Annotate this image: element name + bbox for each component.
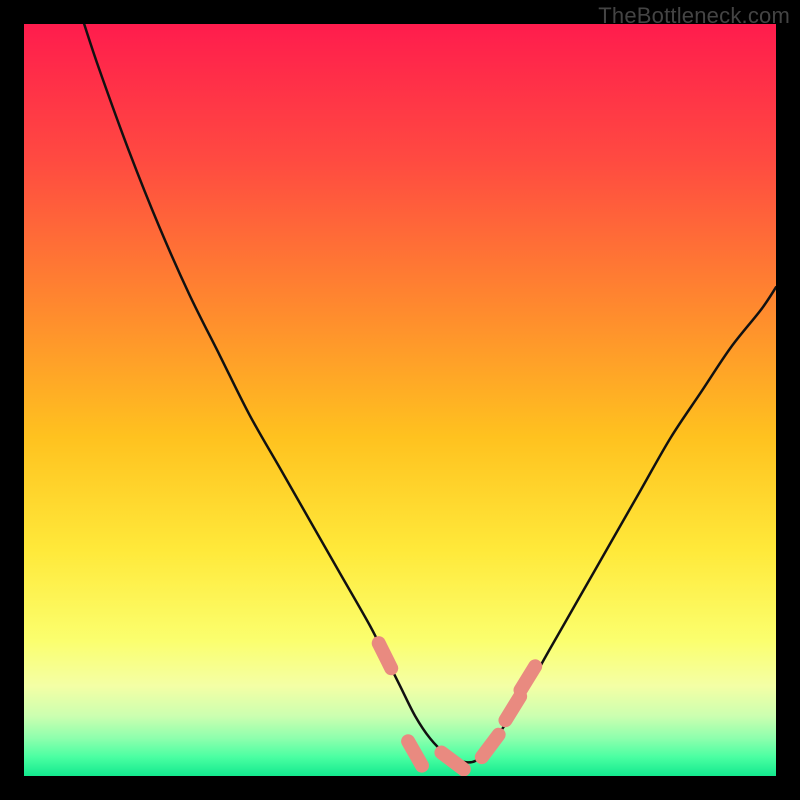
valley-marker-left xyxy=(379,643,392,668)
valley-marker-right2 xyxy=(505,696,520,720)
valley-marker-right1 xyxy=(482,735,499,757)
bottleneck-curve xyxy=(84,24,776,762)
valley-marker-mid2 xyxy=(441,753,463,770)
valley-markers xyxy=(379,643,535,769)
curve-layer xyxy=(24,24,776,776)
chart-frame: TheBottleneck.com xyxy=(0,0,800,800)
valley-marker-right3 xyxy=(521,666,536,690)
plot-area xyxy=(24,24,776,776)
valley-marker-mid1 xyxy=(408,741,422,765)
